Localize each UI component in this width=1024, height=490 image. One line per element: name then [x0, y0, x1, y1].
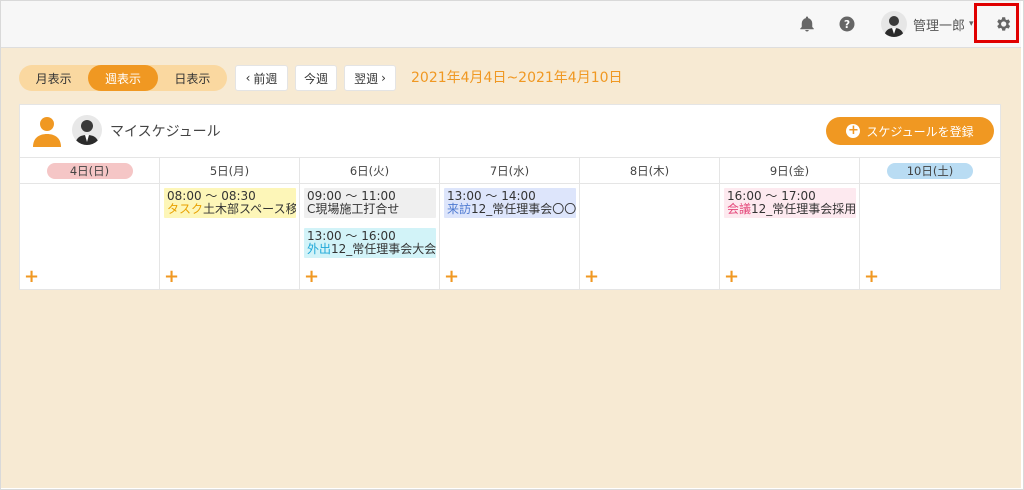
- event-item[interactable]: 09:00 ～ 11:00 C現場施工打合せ: [304, 188, 436, 218]
- event-item[interactable]: 13:00 ～ 16:00 外出12_常任理事会大会: [304, 228, 436, 258]
- day-column-thu[interactable]: 8日(木) +: [580, 158, 720, 290]
- main-area: 月表示 週表示 日表示 ‹ 前週 今週 翌週 › 2021年4月4日~2021年…: [1, 48, 1021, 488]
- day-header: 5日(月): [160, 158, 299, 184]
- day-header: 10日(土): [860, 158, 1000, 184]
- day-label: 9日(金): [769, 163, 810, 178]
- user-name: 管理一郎: [913, 18, 966, 34]
- add-event-plus-icon[interactable]: +: [24, 268, 39, 286]
- event-category: タスク: [167, 202, 204, 216]
- event-title: 12_常任理事会採用: [751, 202, 856, 216]
- bell-icon[interactable]: [797, 14, 817, 34]
- date-range: 2021年4月4日~2021年4月10日: [411, 70, 623, 86]
- event-category: 外出: [307, 242, 332, 256]
- day-column-sun[interactable]: 4日(日) +: [20, 158, 160, 290]
- day-label: 5日(月): [209, 163, 250, 178]
- event-category: 会議: [727, 202, 752, 216]
- day-label: 4日(日): [46, 162, 133, 179]
- day-header: 6日(火): [300, 158, 439, 184]
- event-title: 12_常任理事会〇〇: [471, 202, 576, 216]
- add-event-plus-icon[interactable]: +: [304, 268, 319, 286]
- day-header: 7日(水): [440, 158, 579, 184]
- tab-week[interactable]: 週表示: [88, 65, 158, 91]
- next-week-label: 翌週: [354, 71, 379, 86]
- prev-week-button[interactable]: ‹ 前週: [235, 65, 288, 91]
- avatar: [881, 11, 907, 37]
- chevron-right-icon: ›: [381, 71, 386, 85]
- day-column-tue[interactable]: 6日(火) 09:00 ～ 11:00 C現場施工打合せ 13:00 ～ 16:…: [300, 158, 440, 290]
- event-title: 12_常任理事会大会: [331, 242, 436, 256]
- gear-highlight-box: [974, 3, 1019, 43]
- schedule-panel: マイスケジュール + スケジュールを登録 4日(日) + 5日(月) 08:00: [19, 104, 1001, 290]
- week-grid: 4日(日) + 5日(月) 08:00 ～ 08:30 タスク土木部スペース移 …: [20, 157, 1000, 290]
- help-icon[interactable]: ?: [837, 14, 857, 34]
- this-week-button[interactable]: 今週: [295, 65, 337, 91]
- add-event-plus-icon[interactable]: +: [864, 268, 879, 286]
- add-event-plus-icon[interactable]: +: [584, 268, 599, 286]
- day-header: 8日(木): [580, 158, 719, 184]
- person-icon: [32, 115, 62, 150]
- event-item[interactable]: 13:00 ～ 14:00 来訪12_常任理事会〇〇: [444, 188, 576, 218]
- day-label: 8日(木): [629, 163, 670, 178]
- day-header: 4日(日): [20, 158, 159, 184]
- user-menu[interactable]: 管理一郎 ▾: [881, 10, 974, 38]
- event-title: C現場施工打合せ: [307, 202, 400, 216]
- chevron-down-icon: ▾: [969, 19, 974, 29]
- svg-text:?: ?: [844, 19, 850, 31]
- next-week-button[interactable]: 翌週 ›: [344, 65, 396, 91]
- event-item[interactable]: 16:00 ～ 17:00 会議12_常任理事会採用: [724, 188, 856, 218]
- day-label: 10日(土): [887, 162, 973, 179]
- tab-day[interactable]: 日表示: [158, 65, 227, 91]
- day-label: 6日(火): [349, 163, 390, 178]
- add-event-plus-icon[interactable]: +: [164, 268, 179, 286]
- register-schedule-label: スケジュールを登録: [866, 124, 974, 139]
- panel-title: マイスケジュール: [110, 124, 221, 140]
- day-label: 7日(水): [489, 163, 530, 178]
- day-column-sat[interactable]: 10日(土) +: [860, 158, 1000, 290]
- tab-month[interactable]: 月表示: [19, 65, 88, 91]
- chevron-left-icon: ‹: [245, 71, 251, 85]
- event-item[interactable]: 08:00 ～ 08:30 タスク土木部スペース移: [164, 188, 296, 218]
- event-category: 来訪: [447, 202, 472, 216]
- day-column-wed[interactable]: 7日(水) 13:00 ～ 14:00 来訪12_常任理事会〇〇 +: [440, 158, 580, 290]
- prev-week-label: 前週: [253, 71, 278, 86]
- event-title: 土木部スペース移: [203, 202, 296, 216]
- view-tabs: 月表示 週表示 日表示: [19, 65, 227, 91]
- add-event-plus-icon[interactable]: +: [444, 268, 459, 286]
- day-column-fri[interactable]: 9日(金) 16:00 ～ 17:00 会議12_常任理事会採用 +: [720, 158, 860, 290]
- plus-circle-icon: +: [846, 123, 861, 138]
- top-bar: ? 管理一郎 ▾: [1, 1, 1021, 48]
- add-event-plus-icon[interactable]: +: [724, 268, 739, 286]
- panel-header: マイスケジュール + スケジュールを登録: [20, 105, 1000, 157]
- register-schedule-button[interactable]: + スケジュールを登録: [826, 117, 994, 145]
- avatar: [72, 115, 102, 145]
- day-column-mon[interactable]: 5日(月) 08:00 ～ 08:30 タスク土木部スペース移 +: [160, 158, 300, 290]
- day-header: 9日(金): [720, 158, 859, 184]
